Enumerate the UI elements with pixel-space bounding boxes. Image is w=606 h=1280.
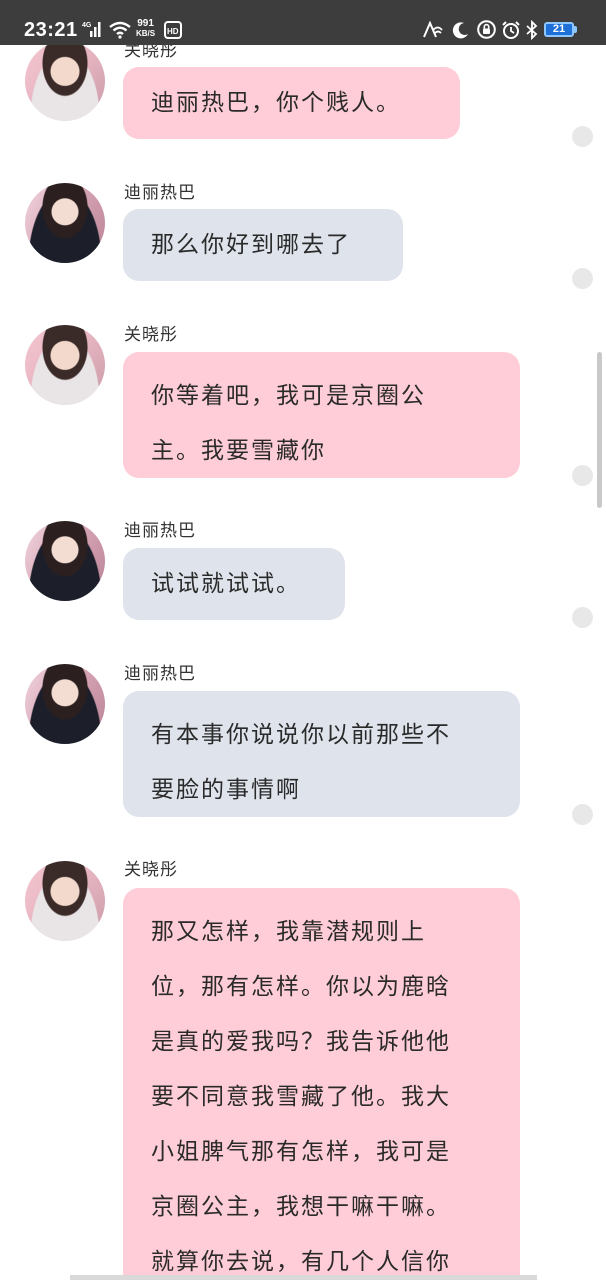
avatar[interactable] <box>25 183 105 263</box>
sender-name: 关晓彤 <box>124 325 178 345</box>
message-text: 试试就试试。 <box>151 571 301 597</box>
avatar[interactable] <box>25 664 105 744</box>
hd-label: HD <box>167 27 179 36</box>
message-bubble[interactable]: 那么你好到哪去了 <box>123 209 403 281</box>
message-line: 位，那有怎样。你以为鹿晗 <box>151 974 451 1000</box>
battery-level: 21 <box>552 23 566 35</box>
status-bar: 23:21 4G 991 KB/S HD 21 <box>0 0 606 45</box>
message-line: 京圈公主，我想干嘛干嘛。 <box>151 1194 451 1220</box>
message-bubble[interactable]: 迪丽热巴，你个贱人。 <box>123 67 460 139</box>
bottom-toolbar-edge <box>70 1275 537 1280</box>
avatar[interactable] <box>25 325 105 405</box>
message-select-dot[interactable] <box>572 268 593 289</box>
sender-name: 迪丽热巴 <box>124 183 196 203</box>
message-select-dot[interactable] <box>572 607 593 628</box>
avatar[interactable] <box>25 41 105 121</box>
network-speed: 991 KB/S <box>136 18 156 39</box>
message-line: 是真的爱我吗？我告诉他他 <box>151 1029 451 1055</box>
bluetooth-icon <box>525 19 539 44</box>
message-line: 小姐脾气那有怎样，我可是 <box>151 1139 451 1165</box>
message-line: 要脸的事情啊 <box>151 777 301 803</box>
message-line: 有本事你说说你以前那些不 <box>151 722 451 748</box>
wifi-icon <box>108 21 132 43</box>
moon-icon <box>452 21 470 43</box>
message-line: 就算你去说，有几个人信你 <box>151 1249 451 1275</box>
sender-name: 关晓彤 <box>124 860 178 880</box>
alarm-icon <box>501 20 521 44</box>
nfc-icon <box>422 20 444 43</box>
cellular-signal-icon: 4G <box>82 20 102 42</box>
sender-name: 迪丽热巴 <box>124 521 196 541</box>
avatar[interactable] <box>25 861 105 941</box>
avatar[interactable] <box>25 521 105 601</box>
message-bubble[interactable]: 你等着吧，我可是京圈公 主。我要雪藏你 <box>123 352 520 478</box>
chat-message-list[interactable]: 关晓彤 迪丽热巴，你个贱人。 迪丽热巴 那么你好到哪去了 关晓彤 你等着吧，我可… <box>0 0 606 1280</box>
message-line: 主。我要雪藏你 <box>151 438 326 464</box>
message-bubble[interactable]: 那又怎样，我靠潜规则上 位，那有怎样。你以为鹿晗 是真的爱我吗？我告诉他他 要不… <box>123 888 520 1280</box>
message-line: 要不同意我雪藏了他。我大 <box>151 1084 451 1110</box>
sender-name: 迪丽热巴 <box>124 664 196 684</box>
message-line: 你等着吧，我可是京圈公 <box>151 383 426 409</box>
network-speed-unit: KB/S <box>136 29 156 38</box>
scrollbar[interactable] <box>597 352 602 508</box>
status-time: 23:21 <box>24 19 78 41</box>
hd-voice-icon: HD <box>164 21 182 43</box>
lock-icon <box>477 20 496 43</box>
network-type-label: 4G <box>82 22 92 29</box>
message-bubble[interactable]: 有本事你说说你以前那些不 要脸的事情啊 <box>123 691 520 817</box>
message-select-dot[interactable] <box>572 804 593 825</box>
battery-tip <box>574 26 577 33</box>
chat-screen: 23:21 4G 991 KB/S HD 21 关晓彤 迪丽热巴，你个贱人。 迪… <box>0 0 606 1280</box>
message-select-dot[interactable] <box>572 126 593 147</box>
battery-icon: 21 <box>544 22 574 37</box>
message-text: 迪丽热巴，你个贱人。 <box>151 90 401 116</box>
message-bubble[interactable]: 试试就试试。 <box>123 548 345 620</box>
message-text: 那么你好到哪去了 <box>151 232 351 258</box>
message-line: 那又怎样，我靠潜规则上 <box>151 919 426 945</box>
message-select-dot[interactable] <box>572 465 593 486</box>
network-speed-value: 991 <box>137 18 154 29</box>
